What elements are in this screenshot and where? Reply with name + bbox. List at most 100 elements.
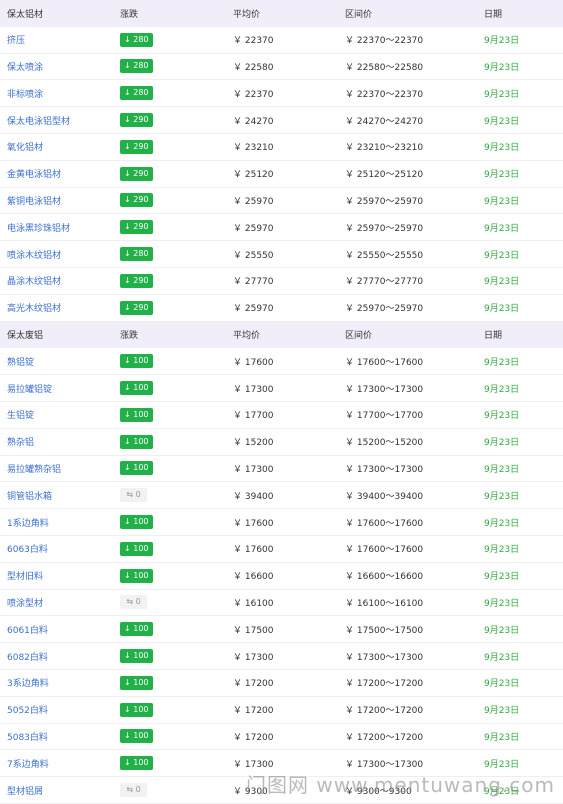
product-link[interactable]: 6082白料 [7, 653, 48, 663]
product-link[interactable]: 1系边角料 [7, 519, 49, 529]
product-link[interactable]: 5083白料 [7, 733, 48, 743]
change-badge: ↓ 290 [120, 139, 153, 154]
product-link[interactable]: 5052白料 [7, 706, 48, 716]
product-link[interactable]: 喷涂木纹铝材 [7, 251, 61, 261]
table-row: 氧化铝材 ↓ 290 ￥ 23210 ￥ 23210～23210 9月23日 [0, 134, 563, 161]
table-row: 型材旧料 ↓ 100 ￥ 16600 ￥ 16600～16600 9月23日 [0, 563, 563, 590]
avg-price: ￥ 17200 [233, 679, 274, 690]
category-header: 保太铝材 [7, 9, 44, 20]
avg-price: ￥ 17200 [233, 732, 274, 743]
product-link[interactable]: 金黄电泳铝材 [7, 170, 61, 180]
price-range: ￥ 16100～16100 [345, 598, 424, 609]
product-link[interactable]: 6063白料 [7, 545, 48, 555]
date-header: 日期 [484, 331, 503, 342]
price-range: ￥ 16600～16600 [345, 572, 424, 583]
product-link[interactable]: 保太电泳铝型材 [7, 117, 70, 127]
product-link[interactable]: 型材铝屑 [7, 787, 43, 797]
change-badge: ↓ 100 [120, 541, 153, 556]
change-badge: ↓ 100 [120, 461, 153, 476]
change-badge: ⇆ 0 [120, 595, 147, 610]
price-range: ￥ 15200～15200 [345, 438, 424, 449]
table-row: 非标喷涂 ↓ 280 ￥ 22370 ￥ 22370～22370 9月23日 [0, 80, 563, 108]
avg-price: ￥ 17300 [233, 759, 274, 770]
avg-price: ￥ 27770 [233, 277, 274, 288]
avg-price: ￥ 25970 [233, 223, 274, 234]
change-badge: ↓ 280 [120, 86, 153, 101]
price-range: ￥ 17600～17600 [345, 357, 424, 368]
change-badge: ↓ 290 [120, 113, 153, 128]
avg-price: ￥ 17600 [233, 545, 274, 556]
price-range: ￥ 17500～17500 [345, 625, 424, 636]
product-link[interactable]: 紫铜电泳铝材 [7, 197, 61, 207]
product-link[interactable]: 高光木纹铝材 [7, 304, 61, 314]
date: 9月23日 [484, 62, 520, 73]
table-row: 3系边角料 ↓ 100 ￥ 17200 ￥ 17200～17200 9月23日 [0, 670, 563, 697]
change-badge: ↓ 280 [120, 59, 153, 74]
product-link[interactable]: 易拉罐熟杂铝 [7, 465, 61, 475]
date: 9月23日 [484, 411, 520, 422]
avg-price: ￥ 25550 [233, 250, 274, 261]
product-link[interactable]: 7系边角料 [7, 760, 49, 770]
change-badge: ⇆ 0 [120, 488, 147, 503]
product-link[interactable]: 氧化铝材 [7, 143, 43, 153]
avg-price: ￥ 17300 [233, 652, 274, 663]
price-range: ￥ 22580～22580 [345, 62, 424, 73]
avg-price: ￥ 25970 [233, 304, 274, 315]
product-link[interactable]: 铜管铝水箱 [7, 492, 52, 502]
watermark: 门图网 www.mentuwang.com [246, 773, 555, 797]
table-row: 挤压 ↓ 280 ￥ 22370 ￥ 22370～22370 9月23日 [0, 27, 563, 54]
product-link[interactable]: 型材旧料 [7, 572, 43, 582]
table-row: 紫铜电泳铝材 ↓ 290 ￥ 25970 ￥ 25970～25970 9月23日 [0, 188, 563, 215]
product-link[interactable]: 生铝锭 [7, 411, 34, 421]
table-row: 5052白料 ↓ 100 ￥ 17200 ￥ 17200～17200 9月23日 [0, 697, 563, 724]
product-link[interactable]: 喷涂型材 [7, 599, 43, 609]
table-row: 易拉罐铝锭 ↓ 100 ￥ 17300 ￥ 17300～17300 9月23日 [0, 375, 563, 402]
price-range: ￥ 17200～17200 [345, 706, 424, 717]
table-row: 6063白料 ↓ 100 ￥ 17600 ￥ 17600～17600 9月23日 [0, 536, 563, 563]
product-link[interactable]: 保太喷涂 [7, 63, 43, 73]
price-range: ￥ 17200～17200 [345, 732, 424, 743]
product-link[interactable]: 非标喷涂 [7, 90, 43, 100]
date: 9月23日 [484, 464, 520, 475]
product-link[interactable]: 易拉罐铝锭 [7, 385, 52, 395]
date: 9月23日 [484, 652, 520, 663]
product-link[interactable]: 晶涂木纹铝材 [7, 277, 61, 287]
table-row: 电泳黑珍珠铝材 ↓ 290 ￥ 25970 ￥ 25970～25970 9月23日 [0, 214, 563, 242]
product-link[interactable]: 电泳黑珍珠铝材 [7, 224, 70, 234]
price-range: ￥ 17600～17600 [345, 545, 424, 556]
change-badge: ↓ 100 [120, 702, 153, 717]
table-row: 金黄电泳铝材 ↓ 290 ￥ 25120 ￥ 25120～25120 9月23日 [0, 161, 563, 188]
date: 9月23日 [484, 732, 520, 743]
product-link[interactable]: 熟杂铝 [7, 438, 34, 448]
table-row: 6082白料 ↓ 100 ￥ 17300 ￥ 17300～17300 9月23日 [0, 643, 563, 670]
price-range: ￥ 17300～17300 [345, 759, 424, 770]
product-link[interactable]: 6061白料 [7, 626, 48, 636]
date: 9月23日 [484, 545, 520, 556]
date: 9月23日 [484, 518, 520, 529]
product-link[interactable]: 熟铝锭 [7, 358, 34, 368]
change-badge: ↓ 100 [120, 407, 153, 422]
date: 9月23日 [484, 277, 520, 288]
price-range: ￥ 17300～17300 [345, 464, 424, 475]
change-badge: ↓ 100 [120, 354, 153, 369]
table-row: 铜管铝水箱 ⇆ 0 ￥ 39400 ￥ 39400～39400 9月23日 [0, 482, 563, 510]
avg-price-header: 平均价 [233, 9, 261, 20]
date: 9月23日 [484, 170, 520, 181]
change-badge: ↓ 100 [120, 434, 153, 449]
table-row: 高光木纹铝材 ↓ 290 ￥ 25970 ￥ 25970～25970 9月23日 [0, 295, 563, 322]
table-row: 易拉罐熟杂铝 ↓ 100 ￥ 17300 ￥ 17300～17300 9月23日 [0, 456, 563, 483]
date: 9月23日 [484, 304, 520, 315]
avg-price: ￥ 25970 [233, 196, 274, 207]
table-header-row: 保太铝材 涨跌 平均价 区间价 日期 [0, 0, 563, 27]
date: 9月23日 [484, 384, 520, 395]
price-range: ￥ 25970～25970 [345, 304, 424, 315]
avg-price-header: 平均价 [233, 331, 261, 342]
change-badge: ↓ 290 [120, 193, 153, 208]
price-range: ￥ 17300～17300 [345, 384, 424, 395]
change-badge: ↓ 100 [120, 515, 153, 530]
product-link[interactable]: 3系边角料 [7, 679, 49, 689]
table-row: 保太喷涂 ↓ 280 ￥ 22580 ￥ 22580～22580 9月23日 [0, 54, 563, 81]
product-link[interactable]: 挤压 [7, 36, 25, 46]
change-badge: ⇆ 0 [120, 783, 147, 797]
price-range: ￥ 25970～25970 [345, 196, 424, 207]
